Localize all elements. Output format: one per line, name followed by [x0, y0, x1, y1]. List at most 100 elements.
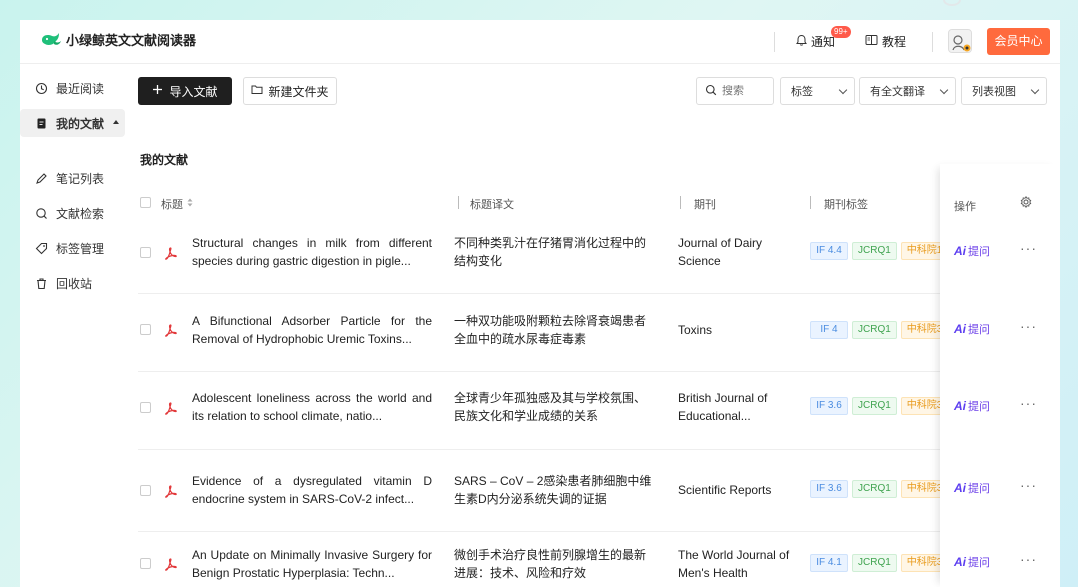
operations-column: 操作 Ai 提问 ··· Ai 提问 ··· Ai 提问 ··· Ai 提问 ·… [940, 164, 1060, 587]
title-translation: 全球青少年孤独感及其与学校氛围、民族文化和学业成绩的关系 [454, 391, 647, 423]
tutorial-button[interactable]: 教程 [865, 33, 906, 50]
notification-badge: 99+ [831, 26, 851, 38]
more-icon[interactable]: ··· [1020, 318, 1037, 334]
member-center-button[interactable]: 会员中心 [987, 28, 1050, 55]
table-row[interactable]: An Update on Minimally Invasive Surgery … [138, 532, 960, 587]
journal-tags: IF 4.1 JCRQ1 中科院3区 [810, 554, 959, 572]
notification-button[interactable]: 通知 99+ [795, 26, 851, 50]
more-icon[interactable]: ··· [1020, 477, 1037, 493]
select-all-checkbox[interactable] [140, 197, 151, 208]
chevron-down-icon [939, 85, 949, 95]
row-checkbox[interactable] [140, 558, 151, 569]
trash-icon [35, 277, 48, 290]
sidebar-item-recent[interactable]: 最近阅读 [20, 74, 125, 102]
search-icon [35, 207, 48, 220]
caret-up-icon[interactable] [113, 120, 119, 124]
sidebar-item-label: 文献检索 [56, 206, 105, 221]
table-header: 标题 标题译文 期刊 期刊标签 [138, 189, 1060, 217]
impact-factor-tag: IF 3.6 [810, 480, 848, 498]
folder-icon [251, 84, 263, 98]
plus-icon [152, 84, 163, 98]
translation-filter-dropdown[interactable]: 有全文翻译 [859, 77, 956, 105]
table-row[interactable]: Evidence of a dysregulated vitamin D end… [138, 450, 960, 532]
view-mode-dropdown[interactable]: 列表视图 [961, 77, 1047, 105]
title-translation: SARS – CoV – 2感染患者肺细胞中维生素D内分泌系统失调的证据 [454, 474, 652, 506]
document-title[interactable]: Adolescent loneliness across the world a… [192, 389, 432, 425]
top-bar: 小绿鲸英文文献阅读器 通知 99+ 教程 会员中心 [20, 20, 1060, 64]
jcr-tag: JCRQ1 [852, 242, 897, 260]
clock-icon [35, 82, 48, 95]
ask-ai-button[interactable]: Ai 提问 [954, 321, 990, 337]
search-box[interactable] [696, 77, 774, 105]
title-translation: 微创手术治疗良性前列腺增生的最新进展：技术、风险和疗效 [454, 548, 647, 580]
document-title[interactable]: Evidence of a dysregulated vitamin D end… [192, 472, 432, 508]
app-window: 小绿鲸英文文献阅读器 通知 99+ 教程 会员中心 最近阅读 我的文献 笔记列表… [20, 20, 1060, 587]
background-icon [943, 0, 961, 6]
column-header-title[interactable]: 标题 [161, 196, 193, 212]
pdf-icon [164, 402, 177, 415]
book-icon [865, 34, 878, 49]
title-translation: 一种双功能吸附颗粒去除肾衰竭患者全血中的疏水尿毒症毒素 [454, 314, 647, 346]
sidebar: 最近阅读 我的文献 笔记列表 文献检索 标签管理 回收站 [20, 64, 130, 587]
column-header-translation: 标题译文 [470, 199, 514, 211]
table-row[interactable]: A Bifunctional Adsorber Particle for the… [138, 294, 960, 372]
search-input[interactable] [722, 85, 770, 97]
document-title[interactable]: Structural changes in milk from differen… [192, 234, 432, 270]
bell-icon [795, 34, 808, 50]
jcr-tag: JCRQ1 [852, 554, 897, 572]
jcr-tag: JCRQ1 [852, 321, 897, 339]
ask-ai-button[interactable]: Ai 提问 [954, 554, 990, 570]
app-title: 小绿鲸英文文献阅读器 [66, 33, 197, 48]
row-checkbox[interactable] [140, 247, 151, 258]
row-checkbox[interactable] [140, 485, 151, 496]
ai-icon: Ai [954, 322, 966, 336]
document-title[interactable]: An Update on Minimally Invasive Surgery … [192, 546, 432, 582]
pdf-icon [164, 324, 177, 337]
ask-ai-button[interactable]: Ai 提问 [954, 480, 990, 496]
row-checkbox[interactable] [140, 402, 151, 413]
gear-icon[interactable] [1020, 195, 1032, 209]
row-checkbox[interactable] [140, 324, 151, 335]
journal-tags: IF 3.6 JCRQ1 中科院3区 [810, 480, 959, 498]
sidebar-item-trash[interactable]: 回收站 [20, 269, 125, 297]
import-button[interactable]: 导入文献 [138, 77, 232, 105]
divider [774, 32, 775, 52]
more-icon[interactable]: ··· [1020, 395, 1037, 411]
sidebar-item-notes[interactable]: 笔记列表 [20, 164, 125, 192]
tags-dropdown-label: 标签 [791, 86, 813, 98]
ai-icon: Ai [954, 555, 966, 569]
ask-ai-button[interactable]: Ai 提问 [954, 398, 990, 414]
new-folder-button[interactable]: 新建文件夹 [243, 77, 337, 105]
table-row[interactable]: Structural changes in milk from differen… [138, 217, 960, 294]
translation-filter-label: 有全文翻译 [870, 86, 925, 98]
chevron-down-icon [1030, 85, 1040, 95]
journal-name: Journal of Dairy Science [678, 236, 763, 268]
impact-factor-tag: IF 3.6 [810, 397, 848, 415]
whale-logo-icon [40, 31, 62, 49]
impact-factor-tag: IF 4.4 [810, 242, 848, 260]
title-translation: 不同种类乳汁在仔猪胃消化过程中的结构变化 [454, 236, 647, 268]
journal-name: British Journal of Educational... [678, 391, 768, 423]
impact-factor-tag: IF 4 [810, 321, 848, 339]
jcr-tag: JCRQ1 [852, 397, 897, 415]
table-row[interactable]: Adolescent loneliness across the world a… [138, 372, 960, 450]
ask-label: 提问 [968, 401, 990, 413]
app-logo[interactable]: 小绿鲸英文文献阅读器 [40, 30, 196, 49]
ask-label: 提问 [968, 483, 990, 495]
more-icon[interactable]: ··· [1020, 240, 1037, 256]
pdf-icon [164, 558, 177, 571]
avatar[interactable] [948, 29, 972, 53]
ai-icon: Ai [954, 244, 966, 258]
sidebar-item-tags[interactable]: 标签管理 [20, 234, 125, 262]
sidebar-item-search[interactable]: 文献检索 [20, 199, 125, 227]
chevron-down-icon [838, 85, 848, 95]
more-icon[interactable]: ··· [1020, 551, 1037, 567]
sidebar-item-my-docs[interactable]: 我的文献 [20, 109, 125, 137]
column-header-journal: 期刊 [694, 199, 716, 211]
journal-name: Scientific Reports [678, 483, 772, 497]
ask-label: 提问 [968, 557, 990, 569]
tags-dropdown[interactable]: 标签 [780, 77, 855, 105]
column-header-ops: 操作 [954, 201, 976, 213]
document-title[interactable]: A Bifunctional Adsorber Particle for the… [192, 312, 432, 348]
ask-ai-button[interactable]: Ai 提问 [954, 243, 990, 259]
